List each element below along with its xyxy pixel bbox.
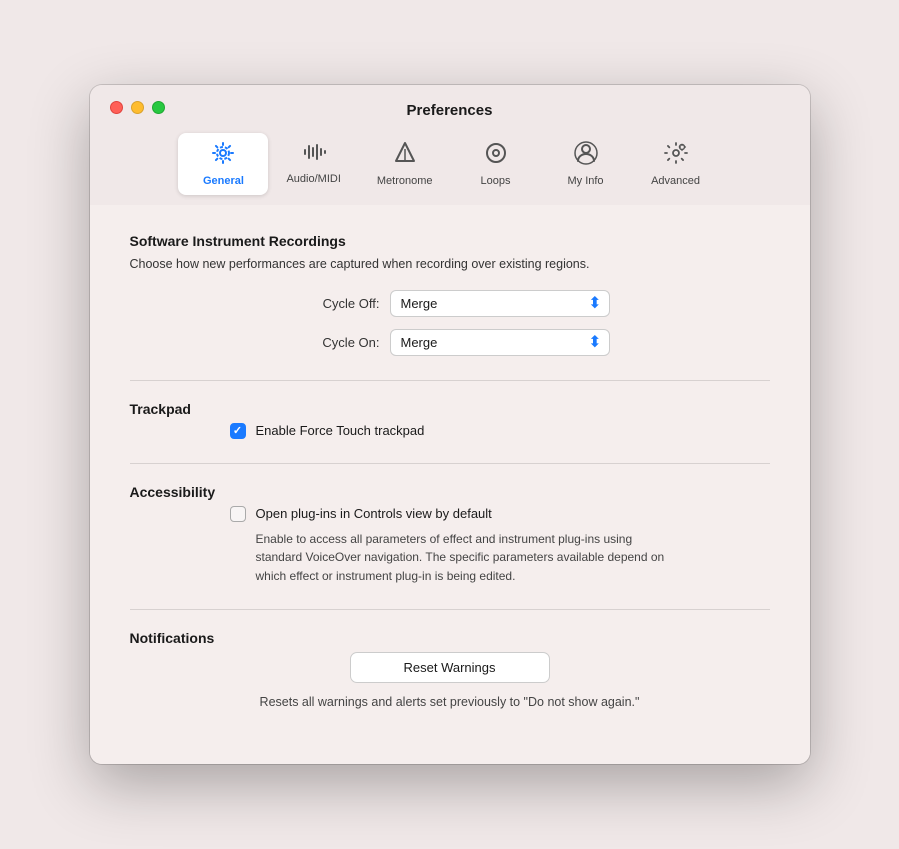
divider-3 [130, 609, 770, 610]
accessibility-desc: Enable to access all parameters of effec… [256, 530, 676, 586]
cycle-off-row: Cycle Off: Merge Replace Create Takes ⬍ [130, 290, 770, 317]
trackpad-title: Trackpad [130, 401, 770, 417]
window-title: Preferences [407, 102, 493, 119]
section-software-instrument: Software Instrument Recordings Choose ho… [130, 233, 770, 356]
tab-advanced[interactable]: Advanced [631, 133, 721, 195]
section-accessibility: Accessibility Open plug-ins in Controls … [130, 484, 770, 586]
tab-my-info-label: My Info [567, 175, 603, 187]
reset-button-row: Reset Warnings [130, 652, 770, 683]
tab-general[interactable]: General [178, 133, 268, 195]
software-instrument-title: Software Instrument Recordings [130, 233, 770, 249]
tab-audio-midi[interactable]: Audio/MIDI [268, 133, 358, 195]
minimize-button[interactable] [131, 101, 144, 114]
section-notifications: Notifications Reset Warnings Resets all … [130, 630, 770, 712]
cycle-off-select[interactable]: Merge Replace Create Takes [390, 290, 610, 317]
cycle-on-select[interactable]: Merge Replace Create Takes [390, 329, 610, 356]
traffic-lights [110, 101, 165, 114]
my-info-icon [574, 141, 598, 171]
controls-view-label: Open plug-ins in Controls view by defaul… [256, 506, 492, 521]
tab-loops-label: Loops [481, 175, 511, 187]
general-icon [211, 141, 235, 171]
content-area: Software Instrument Recordings Choose ho… [90, 205, 810, 764]
force-touch-checkbox[interactable] [230, 423, 246, 439]
title-bar: Preferences General [90, 85, 810, 205]
accessibility-block: Open plug-ins in Controls view by defaul… [230, 506, 770, 586]
cycle-on-row: Cycle On: Merge Replace Create Takes ⬍ [130, 329, 770, 356]
metronome-icon [394, 141, 416, 171]
section-trackpad: Trackpad Enable Force Touch trackpad [130, 401, 770, 439]
divider-2 [130, 463, 770, 464]
accessibility-checkbox-row: Open plug-ins in Controls view by defaul… [230, 506, 770, 522]
notifications-title: Notifications [130, 630, 770, 646]
tab-loops[interactable]: Loops [451, 133, 541, 195]
preferences-window: Preferences General [90, 85, 810, 764]
maximize-button[interactable] [152, 101, 165, 114]
controls-view-checkbox[interactable] [230, 506, 246, 522]
cycle-off-select-wrapper: Merge Replace Create Takes ⬍ [390, 290, 610, 317]
cycle-off-label: Cycle Off: [290, 296, 380, 311]
audio-midi-icon [302, 141, 326, 169]
tab-my-info[interactable]: My Info [541, 133, 631, 195]
cycle-on-select-wrapper: Merge Replace Create Takes ⬍ [390, 329, 610, 356]
tab-general-label: General [203, 175, 244, 187]
advanced-icon [663, 141, 689, 171]
tab-metronome[interactable]: Metronome [359, 133, 451, 195]
loops-icon [484, 141, 508, 171]
cycle-on-label: Cycle On: [290, 335, 380, 350]
tab-advanced-label: Advanced [651, 175, 700, 187]
close-button[interactable] [110, 101, 123, 114]
notifications-desc: Resets all warnings and alerts set previ… [130, 693, 770, 712]
software-instrument-desc: Choose how new performances are captured… [130, 255, 770, 274]
tab-metronome-label: Metronome [377, 175, 433, 187]
tab-audio-midi-label: Audio/MIDI [286, 173, 340, 185]
divider-1 [130, 380, 770, 381]
accessibility-title: Accessibility [130, 484, 770, 500]
tabs-bar: General Audio/MIDI [178, 133, 720, 205]
trackpad-checkbox-row: Enable Force Touch trackpad [230, 423, 770, 439]
force-touch-label: Enable Force Touch trackpad [256, 423, 425, 438]
reset-warnings-button[interactable]: Reset Warnings [350, 652, 550, 683]
